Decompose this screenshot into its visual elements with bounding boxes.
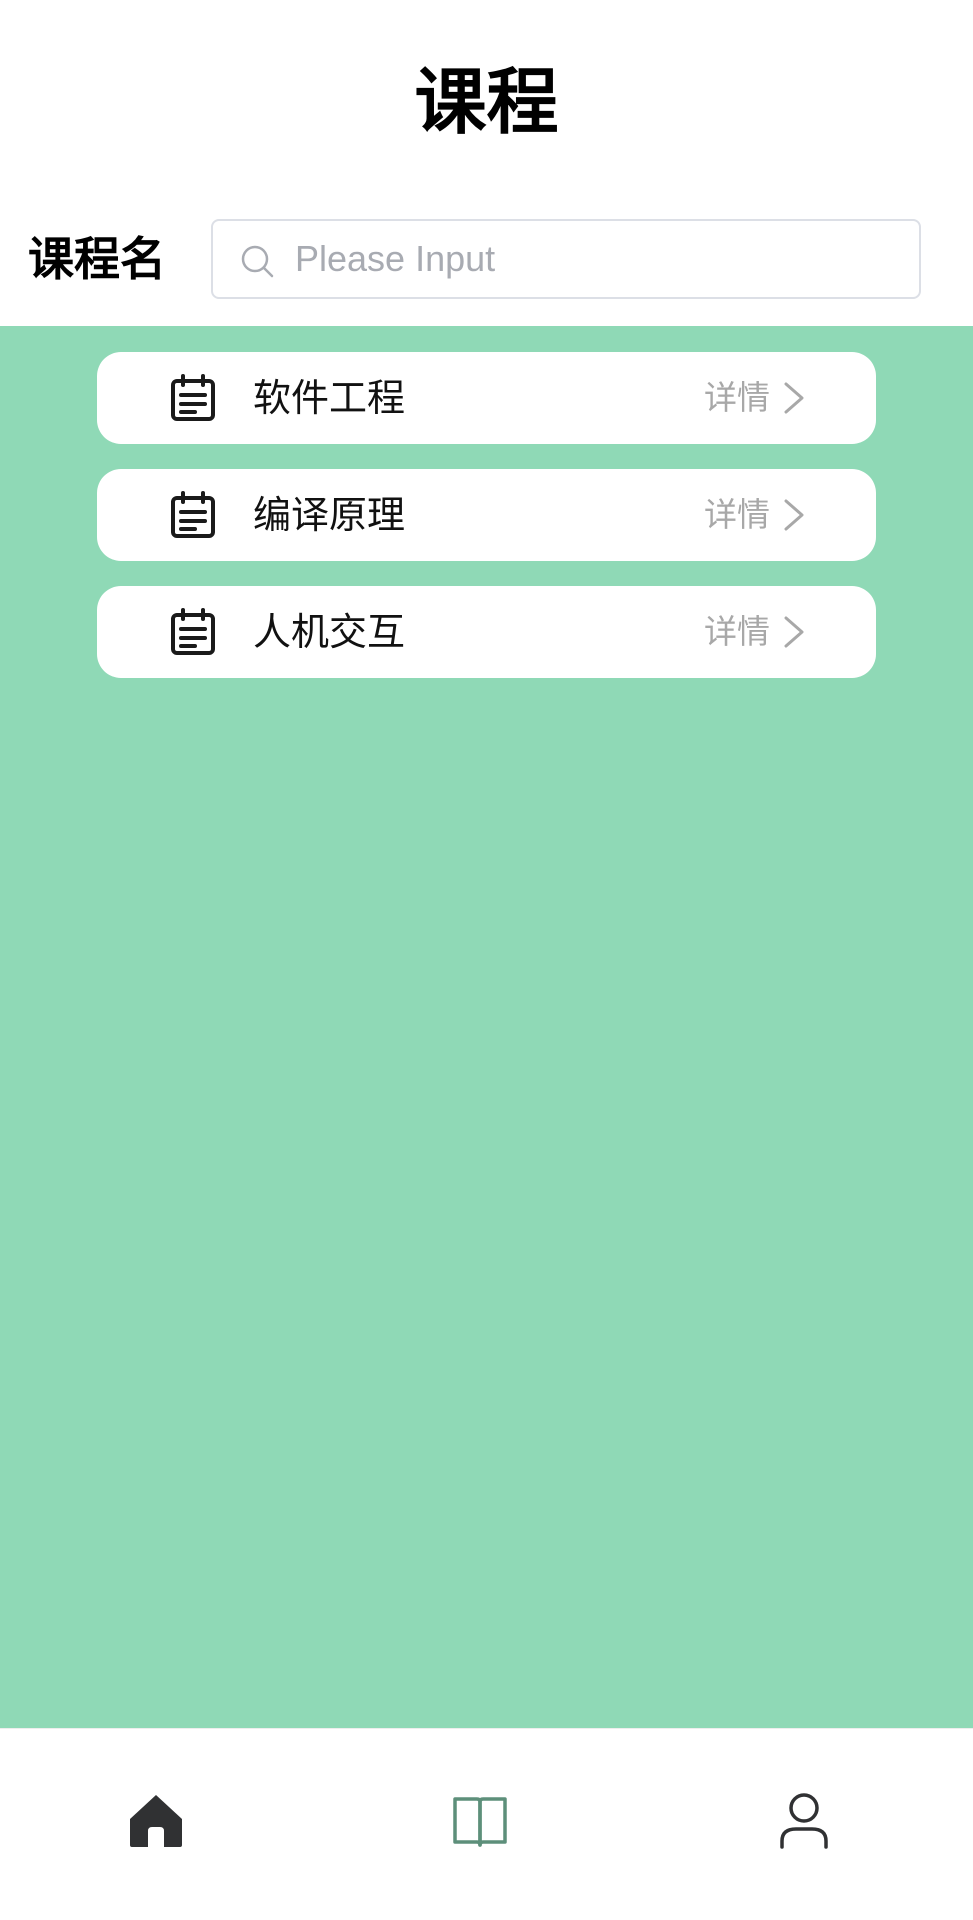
course-name: 软件工程	[253, 376, 406, 420]
book-open-icon	[453, 1797, 507, 1847]
user-icon	[780, 1793, 828, 1849]
page-title: 课程	[414, 60, 559, 144]
search-label: 课程名	[28, 232, 166, 286]
course-item-compiler-principles[interactable]: 编译原理 详情	[97, 469, 876, 561]
course-list: 软件工程 详情 编译原理 详情 人机交互 详情	[0, 326, 973, 1728]
nav-item-courses[interactable]	[450, 1791, 510, 1851]
course-detail-link[interactable]: 详情	[704, 469, 770, 561]
chevron-right-icon	[784, 499, 804, 531]
chevron-right-icon	[784, 382, 804, 414]
nav-item-profile[interactable]	[774, 1791, 834, 1851]
calendar-note-icon	[171, 491, 215, 538]
course-name: 人机交互	[253, 610, 406, 654]
nav-item-home[interactable]	[126, 1791, 186, 1851]
course-detail-link[interactable]: 详情	[704, 586, 770, 678]
search-input[interactable]	[295, 223, 895, 295]
chevron-right-icon	[784, 616, 804, 648]
bottom-nav	[0, 1728, 973, 1920]
home-icon	[130, 1795, 182, 1847]
search-box[interactable]	[211, 219, 921, 299]
search-icon	[241, 245, 274, 278]
course-item-human-computer-interaction[interactable]: 人机交互 详情	[97, 586, 876, 678]
course-name: 编译原理	[253, 493, 406, 537]
course-detail-link[interactable]: 详情	[704, 352, 770, 444]
search-row: 课程名	[0, 219, 973, 299]
calendar-note-icon	[171, 374, 215, 421]
course-page: 课程 课程名 软件工程 详情	[0, 0, 973, 1920]
course-item-software-engineering[interactable]: 软件工程 详情	[97, 352, 876, 444]
calendar-note-icon	[171, 608, 215, 655]
